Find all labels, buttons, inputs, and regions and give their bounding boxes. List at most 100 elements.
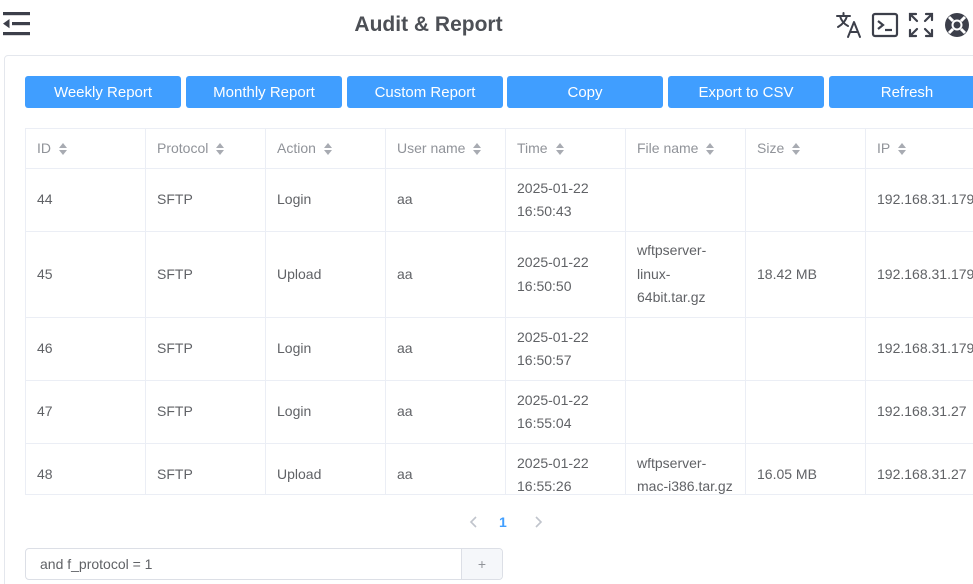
audit-table: ID Protocol Action User name Time File n…: [25, 128, 973, 495]
sort-icon[interactable]: [472, 142, 482, 156]
column-header-ip[interactable]: IP: [866, 129, 973, 168]
column-header-user-name[interactable]: User name: [386, 129, 506, 168]
table-row[interactable]: 48 SFTP Upload aa 2025-01-22 16:55:26 wft…: [26, 444, 973, 494]
cell-action: Upload: [266, 444, 386, 494]
filter-input[interactable]: [26, 549, 462, 579]
refresh-button[interactable]: Refresh: [829, 76, 973, 108]
column-header-file-name[interactable]: File name: [626, 129, 746, 168]
cell-protocol: SFTP: [146, 169, 266, 231]
column-header-label: ID: [37, 139, 51, 156]
cell-file-line: wftpserver-: [637, 242, 707, 259]
fullscreen-icon[interactable]: [907, 11, 935, 39]
table-row[interactable]: 45 SFTP Upload aa 2025-01-22 16:50:50 wft…: [26, 232, 973, 318]
cell-file-name: [626, 169, 746, 231]
cell-protocol: SFTP: [146, 232, 266, 317]
page-number-current[interactable]: 1: [499, 514, 507, 530]
weekly-report-button[interactable]: Weekly Report: [25, 76, 181, 108]
cell-time: 2025-01-22 16:50:50: [506, 232, 626, 317]
cell-time: 2025-01-22 16:50:43: [506, 169, 626, 231]
cell-ip: 192.168.31.179: [877, 265, 973, 282]
copy-button[interactable]: Copy: [507, 76, 663, 108]
cell-time-date: 2025-01-22: [517, 254, 589, 270]
cell-time-clock: 16:50:50: [517, 277, 572, 294]
cell-file-name: [626, 318, 746, 380]
column-header-size[interactable]: Size: [746, 129, 866, 168]
column-header-label: File name: [637, 139, 699, 156]
cell-time: 2025-01-22 16:50:57: [506, 318, 626, 380]
help-lifebuoy-icon[interactable]: [943, 11, 971, 39]
column-header-label: Time: [517, 139, 548, 156]
cell-file-name: [626, 381, 746, 443]
column-header-protocol[interactable]: Protocol: [146, 129, 266, 168]
column-header-time[interactable]: Time: [506, 129, 626, 168]
cell-ip: 192.168.31.179: [877, 191, 973, 208]
cell-time-clock: 16:50:43: [517, 203, 572, 219]
cell-user-name: aa: [386, 381, 506, 443]
cell-action: Login: [266, 381, 386, 443]
cell-id: 45: [26, 232, 146, 317]
sort-icon[interactable]: [555, 142, 565, 156]
cell-time-date: 2025-01-22: [517, 391, 589, 408]
cell-user-name: aa: [386, 444, 506, 494]
cell-protocol: SFTP: [146, 444, 266, 494]
cell-file-line: 64bit.tar.gz: [637, 289, 706, 306]
cell-id: 48: [26, 444, 146, 494]
cell-time-date: 2025-01-22: [517, 179, 589, 196]
cell-ip: 192.168.31.27: [877, 466, 967, 483]
cell-file-name: wftpserver-mac-i386.tar.gz: [626, 444, 746, 494]
cell-user-name: aa: [386, 169, 506, 231]
column-header-label: Size: [757, 139, 785, 156]
cell-action: Login: [266, 169, 386, 231]
chevron-left-icon[interactable]: [467, 514, 481, 530]
page-title: Audit & Report: [354, 13, 503, 36]
add-filter-button[interactable]: +: [461, 549, 502, 579]
cell-file-line: linux-: [637, 265, 671, 282]
cell-protocol: SFTP: [146, 318, 266, 380]
top-bar: Audit & Report: [0, 0, 973, 52]
sort-icon[interactable]: [791, 142, 801, 156]
cell-protocol: SFTP: [146, 381, 266, 443]
cell-size: [746, 381, 866, 443]
table-row[interactable]: 46 SFTP Login aa 2025-01-22 16:50:57 192.…: [26, 318, 973, 381]
export-csv-button[interactable]: Export to CSV: [668, 76, 824, 108]
column-header-label: Protocol: [157, 139, 209, 156]
column-header-action[interactable]: Action: [266, 129, 386, 168]
chevron-right-icon[interactable]: [531, 514, 545, 530]
cell-size: [746, 318, 866, 380]
terminal-icon[interactable]: [871, 11, 899, 39]
column-header-label: IP: [877, 139, 891, 156]
cell-time-clock: 16:55:04: [517, 415, 572, 431]
cell-time-clock: 16:50:57: [517, 352, 572, 368]
table-row[interactable]: 44 SFTP Login aa 2025-01-22 16:50:43 192.…: [26, 169, 973, 232]
monthly-report-button[interactable]: Monthly Report: [186, 76, 342, 108]
sort-icon[interactable]: [705, 142, 715, 156]
sort-icon[interactable]: [323, 142, 333, 156]
table-row[interactable]: 47 SFTP Login aa 2025-01-22 16:55:04 192.…: [26, 381, 973, 444]
filter-group: +: [25, 548, 503, 580]
sort-icon[interactable]: [215, 142, 225, 156]
translate-icon[interactable]: [835, 11, 863, 39]
cell-id: 46: [26, 318, 146, 380]
sort-icon[interactable]: [897, 142, 907, 156]
cell-time: 2025-01-22 16:55:04: [506, 381, 626, 443]
column-header-id[interactable]: ID: [26, 129, 146, 168]
column-header-label: Action: [277, 139, 316, 156]
table-header-row: ID Protocol Action User name Time File n…: [26, 129, 973, 169]
cell-action: Upload: [266, 232, 386, 317]
cell-size: [746, 169, 866, 231]
cell-file-line: wftpserver-: [637, 454, 707, 471]
cell-ip: 192.168.31.179: [877, 340, 973, 357]
cell-user-name: aa: [386, 318, 506, 380]
cell-size: 16.05 MB: [746, 444, 866, 494]
cell-time-date: 2025-01-22: [517, 454, 589, 471]
sort-icon[interactable]: [58, 142, 68, 156]
custom-report-button[interactable]: Custom Report: [347, 76, 503, 108]
pagination: 1: [0, 511, 973, 533]
cell-id: 47: [26, 381, 146, 443]
cell-action: Login: [266, 318, 386, 380]
cell-ip: 192.168.31.27: [877, 403, 967, 420]
cell-id: 44: [26, 169, 146, 231]
column-header-label: User name: [397, 139, 466, 156]
cell-file-line: mac-i386.tar.gz: [637, 478, 733, 494]
cell-user-name: aa: [386, 232, 506, 317]
